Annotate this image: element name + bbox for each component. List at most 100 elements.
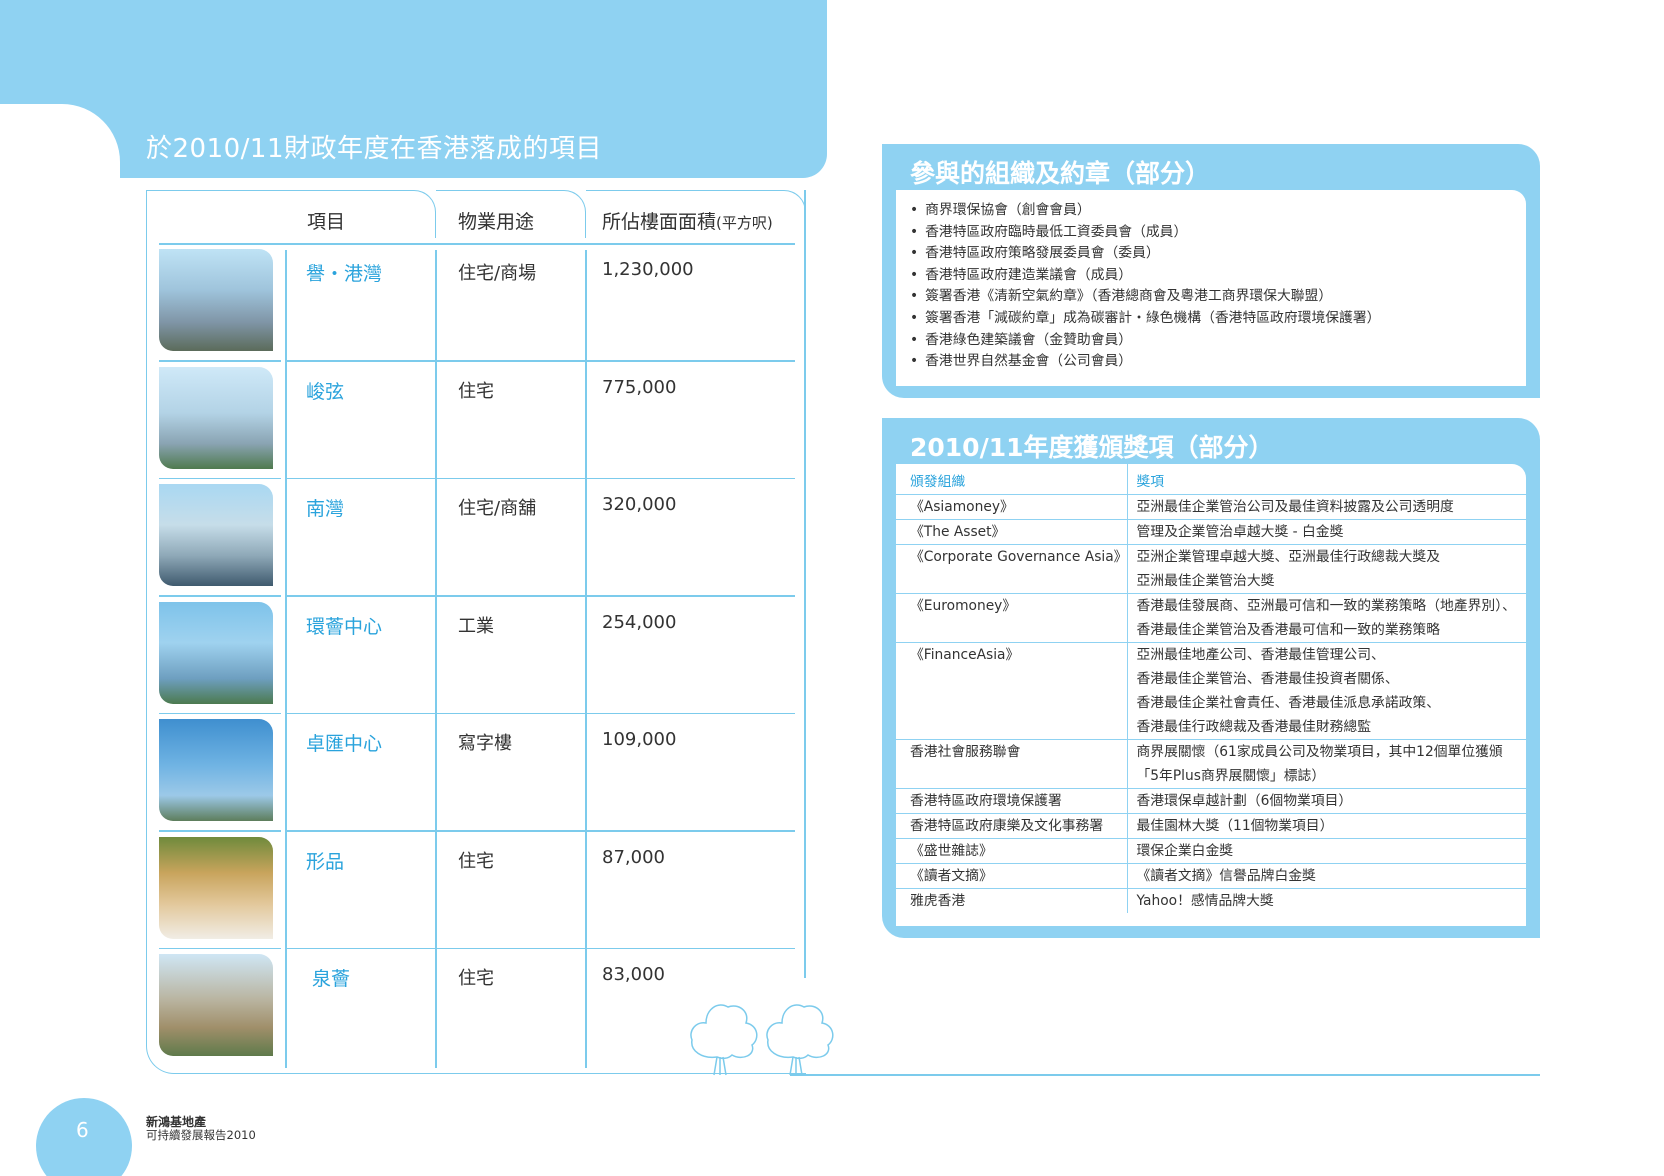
project-gfa: 1,230,000 — [602, 259, 694, 280]
project-gfa: 83,000 — [602, 964, 665, 985]
tower-cluster-photo — [159, 249, 273, 351]
column-divider-1 — [285, 250, 287, 1068]
awards-header-award: 獎項 — [1127, 464, 1526, 495]
row-divider — [286, 830, 795, 832]
office-tower-photo — [159, 719, 273, 821]
header-tab-project — [146, 190, 436, 238]
row-divider — [159, 477, 281, 479]
header-gfa-unit: (平方呎) — [716, 214, 773, 232]
row-divider — [286, 595, 795, 597]
award-line: 香港最佳企業管治及香港最可信和一致的業務策略 — [1136, 622, 1441, 638]
row-divider — [286, 712, 795, 714]
header-project: 項目 — [307, 211, 346, 233]
residential-towers-photo — [159, 366, 273, 469]
project-name: 環薈中心 — [306, 615, 383, 638]
banner-notch — [0, 104, 120, 224]
award-line: 環保企業白金獎 — [1136, 843, 1234, 859]
organisation-item: 香港特區政府策略發展委員會（委員） — [910, 243, 1526, 265]
row-divider — [286, 360, 795, 362]
page-number: 6 — [76, 1118, 89, 1142]
project-name: 形品 — [306, 850, 345, 873]
awards-table: 頒發組織 獎項 《Asiamoney》 亞洲最佳企業管治公司及最佳資料披露及公司透… — [896, 464, 1526, 913]
table-right-border — [804, 190, 806, 978]
award-line: 亞洲最佳企業管治公司及最佳資料披露及公司透明度 — [1136, 499, 1454, 515]
award-row: 雅虎香港 Yahoo！感情品牌大獎 — [896, 888, 1526, 914]
awards-header-org: 頒發組織 — [896, 464, 1129, 495]
row-divider — [159, 360, 281, 362]
award-line: 香港最佳企業管治、香港最佳投資者關係、 — [1136, 671, 1399, 687]
project-usage: 住宅/商舖 — [458, 498, 537, 519]
project-usage: 寫字樓 — [458, 733, 512, 754]
award-line: 管理及企業管治卓越大獎 - 白金獎 — [1136, 524, 1344, 540]
header-usage: 物業用途 — [458, 211, 535, 233]
award-row: 《Asiamoney》 亞洲最佳企業管治公司及最佳資料披露及公司透明度 — [896, 494, 1526, 520]
header-gfa: 所佔樓面面積(平方呎) — [602, 211, 773, 233]
project-gfa: 109,000 — [602, 729, 677, 750]
organisation-item: 香港特區政府建造業議會（成員） — [910, 265, 1526, 287]
award-name: 環保企業白金獎 — [1127, 838, 1526, 864]
award-name: Yahoo！感情品牌大獎 — [1128, 889, 1526, 914]
bay-towers-photo — [159, 484, 273, 586]
organisations-panel: 參與的組織及約章（部分） 商界環保協會（創會會員）香港特區政府臨時最低工資委員會… — [882, 144, 1540, 398]
award-row: 香港特區政府環境保護署 香港環保卓越計劃（6個物業項目） — [896, 788, 1526, 814]
award-line: 香港最佳行政總裁及香港最佳財務總監 — [1136, 719, 1372, 735]
row-divider — [159, 830, 281, 832]
interior-lounge-photo — [159, 836, 273, 939]
trees-icon — [690, 1004, 834, 1076]
project-usage: 住宅 — [458, 850, 494, 872]
award-organisation: 《盛世雜誌》 — [896, 838, 1129, 864]
award-name: 亞洲企業管理卓越大獎、亞洲最佳行政總裁大獎及 亞洲最佳企業管治大獎 — [1127, 544, 1526, 594]
award-organisation: 《The Asset》 — [896, 519, 1129, 545]
award-line: Yahoo！感情品牌大獎 — [1136, 893, 1274, 909]
organisation-item: 香港世界自然基金會（公司會員） — [910, 351, 1526, 373]
award-name: 亞洲最佳企業管治公司及最佳資料披露及公司透明度 — [1127, 494, 1526, 520]
footer-report-title: 可持續發展報告2010 — [146, 1128, 256, 1142]
award-name: 商界展關懷（61家成員公司及物業項目，其中12個單位獲頒 「5年Plus商界展關懷… — [1127, 739, 1526, 789]
award-organisation: 《Corporate Governance Asia》 — [896, 544, 1129, 594]
award-row: 《讀者文摘》 《讀者文摘》信譽品牌白金獎 — [896, 863, 1526, 889]
row-divider — [286, 947, 795, 949]
project-name: 卓匯中心 — [306, 733, 383, 755]
award-line: 商界展關懷（61家成員公司及物業項目，其中12個單位獲頒 — [1136, 744, 1503, 760]
project-name: 南灣 — [306, 498, 345, 520]
award-line: 亞洲企業管理卓越大獎、亞洲最佳行政總裁大獎及 — [1136, 549, 1441, 565]
project-gfa: 87,000 — [602, 846, 665, 868]
project-gfa: 320,000 — [602, 494, 677, 515]
organisation-item: 商界環保協會（創會會員） — [910, 200, 1526, 222]
award-line: 亞洲最佳企業管治大獎 — [1136, 573, 1275, 589]
award-line: 亞洲最佳地產公司、香港最佳管理公司、 — [1136, 647, 1385, 663]
award-name: 香港環保卓越計劃（6個物業項目） — [1127, 788, 1526, 814]
award-name: 最佳園林大獎（11個物業項目） — [1127, 813, 1526, 839]
award-row: 《The Asset》 管理及企業管治卓越大獎 - 白金獎 — [896, 519, 1526, 545]
organisation-item: 香港特區政府臨時最低工資委員會（成員） — [910, 222, 1526, 244]
award-line: 香港最佳發展商、亞洲最可信和一致的業務策略（地產界別）、 — [1136, 598, 1516, 614]
award-name: 亞洲最佳地產公司、香港最佳管理公司、 香港最佳企業管治、香港最佳投資者關係、 香港最… — [1127, 642, 1526, 740]
organisations-list-box: 商界環保協會（創會會員）香港特區政府臨時最低工資委員會（成員）香港特區政府策略發… — [896, 190, 1526, 386]
row-divider — [159, 712, 281, 714]
awards-panel: 2010/11年度獲頒獎項（部分） 頒發組織 獎項 《Asiamoney》 亞洲最… — [882, 418, 1540, 938]
award-line: 香港最佳企業社會責任、香港最佳派息承諾政策、 — [1136, 695, 1441, 711]
award-name: 管理及企業管治卓越大獎 - 白金獎 — [1127, 519, 1526, 545]
project-gfa: 775,000 — [602, 376, 677, 398]
award-row: 《Euromoney》 香港最佳發展商、亞洲最可信和一致的業務策略（地產界別）、香… — [896, 593, 1526, 643]
award-organisation: 香港特區政府環境保護署 — [896, 788, 1129, 814]
award-organisation: 《讀者文摘》 — [896, 863, 1129, 889]
award-organisation: 雅虎香港 — [896, 888, 1129, 913]
award-name: 香港最佳發展商、亞洲最可信和一致的業務策略（地產界別）、 香港最佳企業管治及香港最… — [1127, 593, 1526, 643]
project-usage: 住宅 — [458, 380, 494, 402]
organisations-title: 參與的組織及約章（部分） — [910, 159, 1211, 188]
award-organisation: 《Asiamoney》 — [896, 494, 1129, 520]
apartment-block-photo — [159, 954, 273, 1056]
award-row: 《FinanceAsia》 亞洲最佳地產公司、香港最佳管理公司、 香港最佳企業管治、… — [896, 642, 1526, 740]
award-organisation: 《FinanceAsia》 — [896, 642, 1129, 740]
column-divider-3 — [585, 250, 587, 1068]
organisations-list: 商界環保協會（創會會員）香港特區政府臨時最低工資委員會（成員）香港特區政府策略發… — [896, 190, 1526, 373]
award-line: 香港環保卓越計劃（6個物業項目） — [1136, 793, 1353, 809]
award-name: 《讀者文摘》信譽品牌白金獎 — [1127, 863, 1526, 889]
award-row: 香港社會服務聯會 商界展關懷（61家成員公司及物業項目，其中12個單位獲頒 「5年P… — [896, 739, 1526, 789]
awards-table-box: 頒發組織 獎項 《Asiamoney》 亞洲最佳企業管治公司及最佳資料披露及公司透… — [896, 464, 1526, 926]
row-divider — [159, 595, 281, 597]
awards-header-row: 頒發組織 獎項 — [896, 464, 1526, 495]
award-row: 《盛世雜誌》 環保企業白金獎 — [896, 838, 1526, 864]
header-divider — [159, 243, 795, 245]
